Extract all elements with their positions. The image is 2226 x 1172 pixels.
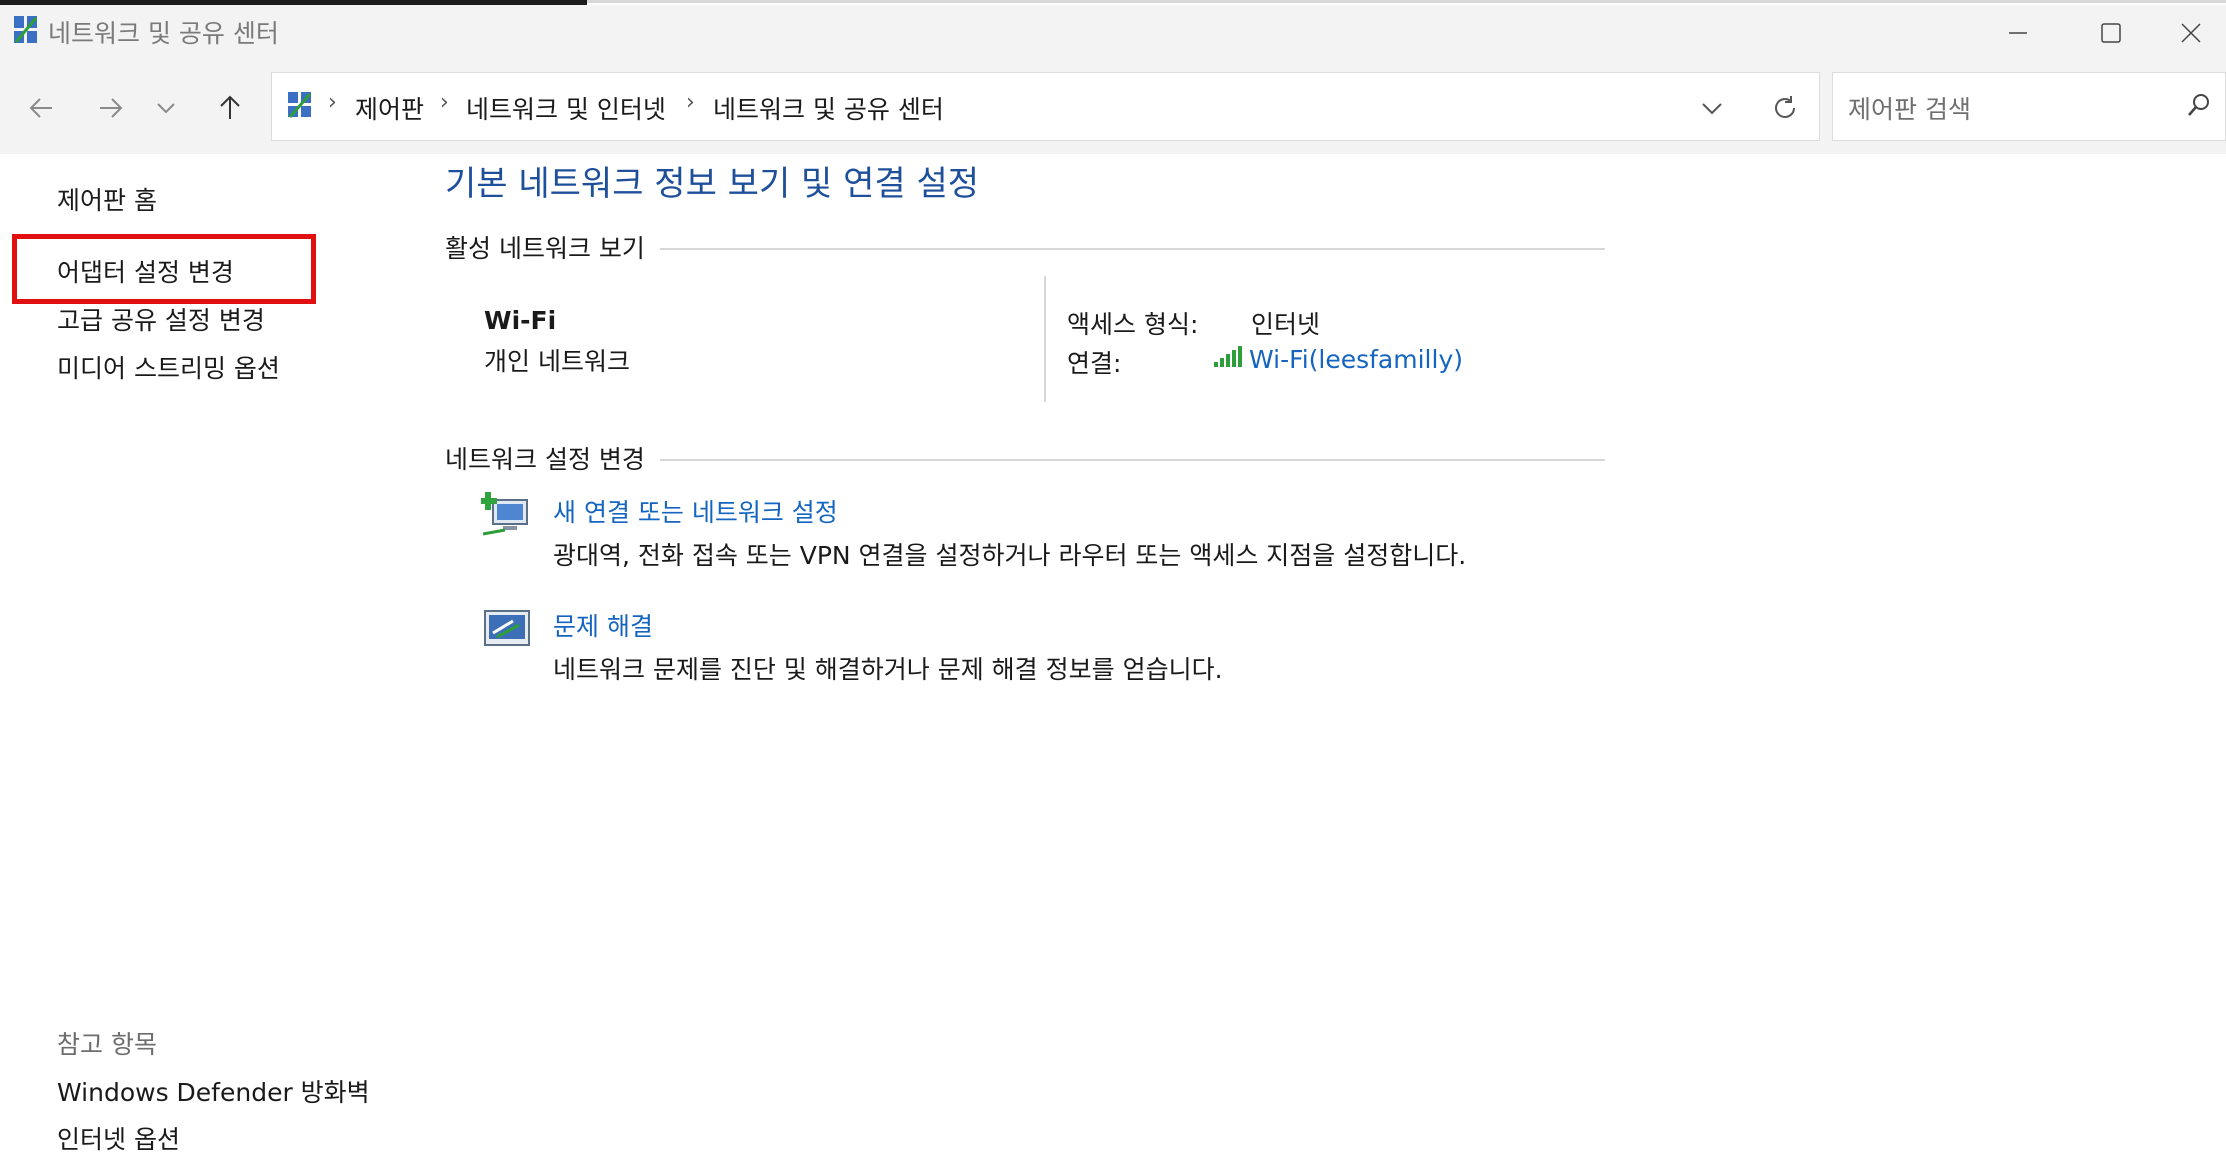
forward-button[interactable] <box>80 78 140 138</box>
access-type-label: 액세스 형식: <box>1067 310 1199 339</box>
back-button[interactable] <box>12 78 72 138</box>
page-title: 기본 네트워크 정보 보기 및 연결 설정 <box>445 164 980 204</box>
minimize-button[interactable] <box>1970 5 2066 61</box>
top-strip-light <box>587 0 2226 3</box>
arrow-right-icon <box>100 98 123 118</box>
task-troubleshoot-description: 네트워크 문제를 진단 및 해결하거나 문제 해결 정보를 얻습니다. <box>553 655 1223 684</box>
connection-link[interactable]: Wi-Fi(leesfamilly) <box>1249 345 1463 374</box>
task-new-connection-description: 광대역, 전화 접속 또는 VPN 연결을 설정하거나 라우터 또는 액세스 지… <box>553 541 1467 570</box>
see-also-title: 참고 항목 <box>57 1030 157 1059</box>
section-divider <box>660 248 1605 250</box>
network-type[interactable]: 개인 네트워크 <box>484 342 630 378</box>
recent-locations-button[interactable] <box>141 78 191 138</box>
address-dropdown-button[interactable] <box>1682 78 1742 138</box>
sidebar-item-control-panel-home[interactable]: 제어판 홈 <box>57 181 157 217</box>
breadcrumb-separator: › <box>328 90 337 115</box>
chevron-down-icon <box>1702 103 1722 115</box>
refresh-icon <box>1775 96 1795 118</box>
maximize-button[interactable] <box>2063 5 2159 61</box>
network-name: Wi-Fi <box>484 306 557 335</box>
sidebar-item-advanced-sharing[interactable]: 고급 공유 설정 변경 <box>57 301 265 337</box>
close-button[interactable] <box>2156 5 2226 61</box>
wifi-signal-icon <box>1213 344 1243 372</box>
window-title: 네트워크 및 공유 센터 <box>48 19 279 48</box>
connection-label: 연결: <box>1067 349 1122 378</box>
new-connection-icon <box>479 490 533 544</box>
maximize-icon <box>2101 23 2121 43</box>
up-button[interactable] <box>200 78 260 138</box>
refresh-button[interactable] <box>1755 78 1815 138</box>
arrow-left-icon <box>29 98 52 118</box>
troubleshoot-icon <box>483 609 531 653</box>
task-troubleshoot-link[interactable]: 문제 해결 <box>553 607 653 643</box>
change-settings-header: 네트워크 설정 변경 <box>445 440 657 476</box>
breadcrumb-network-internet[interactable]: 네트워크 및 인터넷 <box>466 90 666 126</box>
see-also-windows-defender-firewall[interactable]: Windows Defender 방화벽 <box>57 1073 370 1109</box>
network-info-divider <box>1044 276 1046 402</box>
close-icon <box>2181 23 2201 43</box>
highlight-box <box>12 234 316 304</box>
breadcrumb-control-panel[interactable]: 제어판 <box>355 90 424 126</box>
section-divider <box>660 459 1605 461</box>
breadcrumb-separator: › <box>440 90 449 115</box>
control-panel-icon <box>286 90 316 122</box>
active-networks-header: 활성 네트워크 보기 <box>445 229 657 265</box>
arrow-up-icon <box>220 95 240 119</box>
sidebar-item-media-streaming[interactable]: 미디어 스트리밍 옵션 <box>57 349 280 385</box>
access-type-value: 인터넷 <box>1251 310 1321 339</box>
task-new-connection-link[interactable]: 새 연결 또는 네트워크 설정 <box>553 493 838 529</box>
search-placeholder[interactable]: 제어판 검색 <box>1848 90 1971 126</box>
see-also-internet-options[interactable]: 인터넷 옵션 <box>57 1120 180 1156</box>
chevron-down-icon <box>157 103 175 114</box>
search-icon[interactable] <box>2186 92 2212 122</box>
network-center-icon <box>12 14 40 46</box>
title-bar <box>0 5 2226 61</box>
breadcrumb-separator: › <box>686 90 695 115</box>
breadcrumb-network-sharing-center[interactable]: 네트워크 및 공유 센터 <box>713 90 944 126</box>
minimize-icon <box>2009 32 2027 34</box>
